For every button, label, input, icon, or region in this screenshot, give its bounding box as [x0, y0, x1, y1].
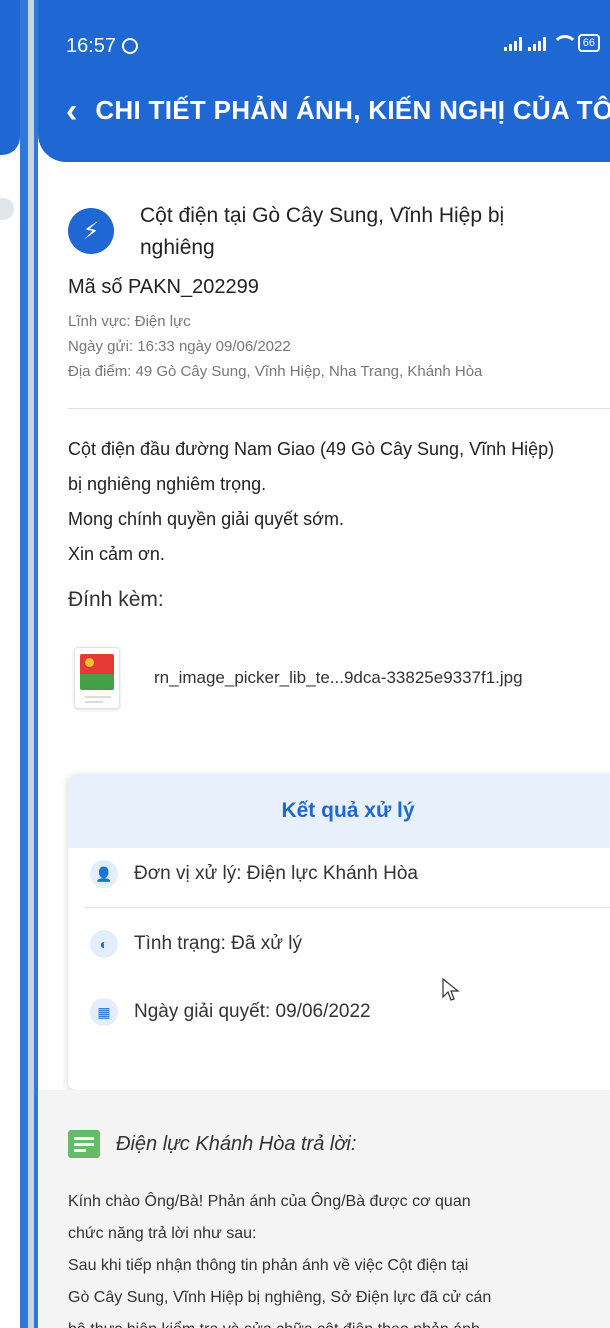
result-status-row: ◐ Tình trạng: Đã xử lý [90, 930, 302, 958]
result-unit: Đơn vị xử lý: Điện lực Khánh Hòa [134, 863, 418, 884]
status-bar: 16:57 66 [66, 28, 610, 64]
previous-screen-header [0, 0, 20, 155]
attachment-label: Đính kèm: [68, 588, 164, 611]
issue-field: Lĩnh vực: Điện lực [68, 313, 191, 330]
toggle-icon: ◐ [90, 930, 118, 958]
app-header: 16:57 66 ‹ CHI TIẾT PHẢN ÁNH, KIẾN NGHỊ … [38, 0, 610, 162]
page-title: CHI TIẾT PHẢN ÁNH, KIẾN NGHỊ CỦA TÔI [95, 95, 610, 125]
result-header: Kết quả xử lý [68, 774, 610, 848]
issue-sent-date: Ngày gửi: 16:33 ngày 09/06/2022 [68, 338, 291, 355]
reply-line: Kính chào Ông/Bà! Phản ánh của Ông/Bà đư… [68, 1193, 471, 1210]
title-row: ‹ CHI TIẾT PHẢN ÁNH, KIẾN NGHỊ CỦA TÔI [66, 94, 610, 128]
previous-screen-edge [0, 0, 28, 1328]
mouse-cursor-icon [442, 978, 460, 1001]
result-date: Ngày giải quyết: 09/06/2022 [134, 1001, 371, 1022]
image-file-icon [74, 647, 120, 709]
result-unit-row: 👤 Đơn vị xử lý: Điện lực Khánh Hòa [90, 860, 418, 888]
issue-description: Cột điện đầu đường Nam Giao (49 Gò Cây S… [68, 432, 610, 572]
status-time: 16:57 [66, 34, 117, 57]
divider [68, 408, 610, 409]
status-icons: 66 [503, 34, 600, 52]
result-status: Tình trạng: Đã xử lý [134, 933, 302, 954]
lightning-bolt-icon: ⚡ [68, 208, 114, 254]
result-title: Kết quả xử lý [281, 799, 415, 822]
reply-line: Gò Cây Sung, Vĩnh Hiệp bị nghiêng, Sở Đi… [68, 1289, 492, 1306]
issue-code: Mã số PAKN_202299 [68, 276, 259, 298]
description-line: Xin cảm ơn. [68, 544, 165, 564]
description-line: bị nghiêng nghiêm trọng. [68, 474, 267, 494]
signal-icon [503, 35, 522, 51]
result-card: Kết quả xử lý 👤 Đơn vị xử lý: Điện lực K… [68, 774, 610, 1090]
wifi-icon [551, 35, 578, 51]
battery-icon: 66 [577, 34, 600, 52]
issue-header: ⚡ Cột điện tại Gò Cây Sung, Vĩnh Hiệp bị… [68, 200, 580, 264]
reply-line: Sau khi tiếp nhận thông tin phản ánh về … [68, 1257, 469, 1274]
user-icon: 👤 [90, 860, 118, 888]
chat-icon [68, 1130, 100, 1158]
issue-title: Cột điện tại Gò Cây Sung, Vĩnh Hiệp bị n… [140, 204, 505, 259]
back-arrow-icon[interactable]: ‹ [66, 94, 77, 128]
description-line: Cột điện đầu đường Nam Giao (49 Gò Cây S… [68, 439, 555, 459]
description-line: Mong chính quyền giải quyết sớm. [68, 509, 344, 529]
reply-section: Điện lực Khánh Hòa trả lời: Kính chào Ôn… [38, 1090, 610, 1328]
result-divider [84, 907, 610, 908]
attachment-filename[interactable]: rn_image_picker_lib_te...9dca-33825e9337… [154, 668, 523, 688]
calendar-icon: ▦ [90, 998, 118, 1026]
reply-line: chức năng trả lời như sau: [68, 1225, 257, 1242]
reply-title: Điện lực Khánh Hòa trả lời: [116, 1132, 357, 1155]
previous-screen-avatar [0, 198, 14, 220]
attachment-item[interactable]: rn_image_picker_lib_te...9dca-33825e9337… [74, 647, 523, 709]
alarm-icon [122, 38, 139, 54]
phone-screen: 16:57 66 ‹ CHI TIẾT PHẢN ÁNH, KIẾN NGHỊ … [34, 0, 610, 1328]
reply-header: Điện lực Khánh Hòa trả lời: [68, 1130, 356, 1158]
result-date-row: ▦ Ngày giải quyết: 09/06/2022 [90, 998, 371, 1026]
reply-body: Kính chào Ông/Bà! Phản ánh của Ông/Bà đư… [68, 1186, 610, 1328]
signal-icon-2 [527, 35, 546, 51]
issue-location: Địa điểm: 49 Gò Cây Sung, Vĩnh Hiệp, Nha… [68, 363, 483, 380]
issue-meta: Mã số PAKN_202299 Lĩnh vực: Điện lực Ngà… [68, 276, 610, 384]
reply-line: bộ thực hiện kiểm tra và sửa chữa cột đi… [68, 1314, 610, 1328]
